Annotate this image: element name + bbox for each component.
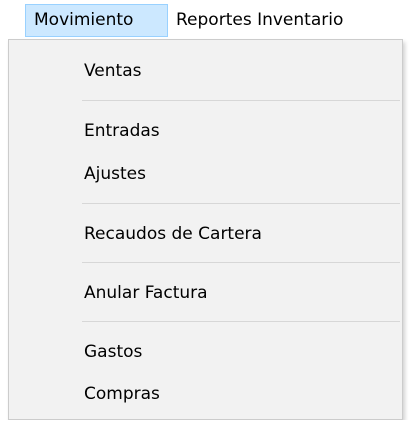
menu-reportes-inventario[interactable]: Reportes Inventario xyxy=(170,4,395,37)
menu-movimiento[interactable]: Movimiento xyxy=(25,4,168,37)
background-area xyxy=(0,420,410,435)
menu-item-ajustes[interactable]: Ajustes xyxy=(11,158,400,190)
menu-item-gastos[interactable]: Gastos xyxy=(11,336,400,368)
menu-separator xyxy=(82,203,400,204)
menu-item-ventas[interactable]: Ventas xyxy=(11,55,400,87)
menu-item-anular-factura[interactable]: Anular Factura xyxy=(11,277,400,309)
app-window: Movimiento Reportes Inventario Ventas En… xyxy=(0,0,410,435)
menu-item-compras[interactable]: Compras xyxy=(11,378,400,410)
movimiento-dropdown-menu: Ventas Entradas Ajustes Recaudos de Cart… xyxy=(8,39,403,420)
menu-separator xyxy=(82,262,400,263)
menu-item-entradas[interactable]: Entradas xyxy=(11,115,400,147)
menu-separator xyxy=(82,100,400,101)
menu-bar: Movimiento Reportes Inventario xyxy=(0,0,410,38)
menu-separator xyxy=(82,321,400,322)
menu-item-recaudos-de-cartera[interactable]: Recaudos de Cartera xyxy=(11,218,400,250)
